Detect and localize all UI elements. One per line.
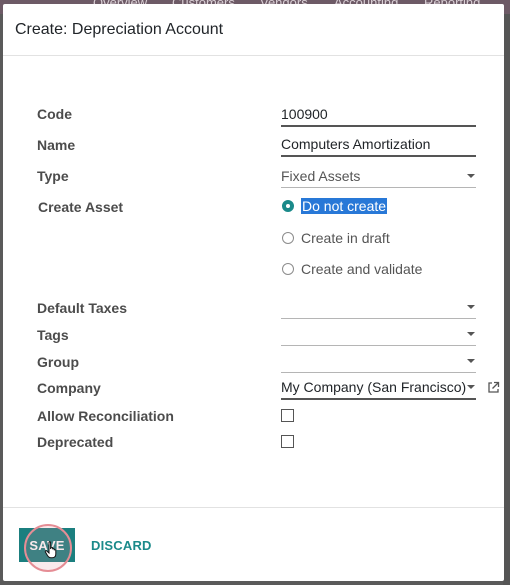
caret-down-icon [467, 173, 475, 178]
type-label: Type [37, 168, 69, 184]
radio-create-and-validate[interactable]: Create and validate [281, 261, 422, 277]
tags-select[interactable] [281, 322, 476, 346]
caret-down-icon [467, 331, 475, 336]
deprecated-checkbox[interactable] [281, 435, 294, 448]
external-link-icon[interactable] [487, 381, 500, 394]
caret-down-icon [467, 358, 475, 363]
code-label: Code [37, 106, 72, 122]
create-asset-label: Create Asset [38, 199, 124, 215]
radio-label-create-in-draft: Create in draft [301, 230, 390, 246]
type-select[interactable]: Fixed Assets [281, 164, 476, 188]
caret-down-icon [467, 385, 475, 389]
name-value: Computers Amortization [281, 136, 431, 152]
name-label: Name [37, 137, 76, 153]
radio-unchecked-icon [282, 263, 294, 275]
type-value: Fixed Assets [281, 167, 361, 184]
tags-label: Tags [37, 327, 69, 343]
dialog-footer: SAVE DISCARD [3, 507, 504, 581]
background-page [503, 14, 510, 585]
create-account-dialog: Create: Depreciation Account Code 100900… [3, 4, 504, 581]
deprecated-label: Deprecated [37, 434, 114, 450]
group-label: Group [37, 354, 79, 370]
hand-pointer-icon [44, 541, 57, 559]
caret-down-icon [467, 304, 475, 309]
default-taxes-select[interactable] [281, 295, 476, 319]
allow-reconciliation-label: Allow Reconciliation [37, 408, 174, 424]
radio-do-not-create[interactable]: Do not create [281, 198, 388, 214]
name-input[interactable]: Computers Amortization [281, 133, 476, 157]
company-label: Company [37, 380, 101, 396]
radio-label-do-not-create: Do not create [301, 198, 388, 214]
radio-checked-icon [282, 200, 294, 212]
allow-reconciliation-checkbox[interactable] [281, 409, 294, 422]
code-value: 100900 [281, 106, 328, 122]
default-taxes-label: Default Taxes [37, 300, 127, 316]
company-select[interactable]: My Company (San Francisco) [281, 376, 476, 400]
dialog-title: Create: Depreciation Account [15, 20, 224, 38]
dialog-header: Create: Depreciation Account [3, 4, 504, 56]
radio-create-in-draft[interactable]: Create in draft [281, 230, 390, 246]
group-select[interactable] [281, 349, 476, 373]
radio-unchecked-icon [282, 232, 294, 244]
company-value: My Company (San Francisco) [281, 379, 467, 395]
code-input[interactable]: 100900 [281, 103, 476, 127]
discard-button[interactable]: DISCARD [91, 528, 152, 562]
radio-label-create-and-validate: Create and validate [301, 261, 423, 277]
